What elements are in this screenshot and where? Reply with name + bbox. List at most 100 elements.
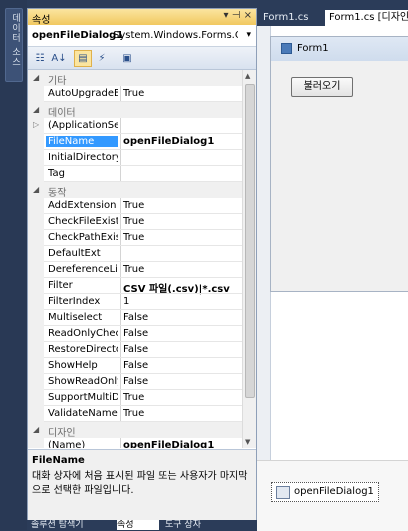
row-gutter (28, 310, 44, 326)
property-name: (ApplicationSet (48, 120, 118, 131)
property-name: ReadOnlyCheck (48, 328, 118, 339)
collapse-icon[interactable]: ◢ (33, 425, 39, 434)
collapse-icon[interactable]: ◢ (33, 73, 39, 82)
category-label: 동작 (48, 188, 67, 199)
openfiledialog-component[interactable]: openFileDialog1 (271, 482, 379, 502)
row-gutter (28, 342, 44, 358)
property-value[interactable]: False (123, 360, 148, 371)
property-name: Multiselect (48, 312, 103, 323)
column-divider (120, 310, 121, 326)
property-row[interactable]: FilterIndex 1 (28, 294, 242, 310)
property-row[interactable]: CheckFileExists True (28, 214, 242, 230)
column-divider (120, 262, 121, 278)
column-divider (120, 118, 121, 134)
expand-icon[interactable]: ▷ (33, 120, 39, 129)
property-row[interactable]: Multiselect False (28, 310, 242, 326)
category-label: 디자인 (48, 428, 76, 439)
property-value[interactable]: True (123, 200, 144, 211)
properties-window: 속성 ▾ ⊣ × openFileDialog1 System.Windows.… (27, 8, 257, 522)
component-label: openFileDialog1 (294, 486, 374, 497)
tab-form1-design[interactable]: Form1.cs [디자인] (325, 10, 408, 26)
scroll-up-icon[interactable]: ▲ (245, 72, 250, 80)
property-row[interactable]: Tag (28, 166, 242, 182)
properties-icon[interactable]: ▤ (74, 50, 92, 67)
designer-margin (257, 26, 271, 530)
tab-solution-explorer[interactable]: 솔루션 탐색기 (31, 520, 113, 530)
category-row[interactable]: ◢ 디자인 (28, 422, 242, 439)
category-row[interactable]: ◢ 기타 (28, 70, 242, 87)
form1-window[interactable]: Form1 불러오기 (270, 36, 408, 292)
row-gutter (28, 214, 44, 230)
property-name: CheckPathExist (48, 232, 118, 243)
property-value[interactable]: True (123, 408, 144, 419)
property-value[interactable]: False (123, 376, 148, 387)
category-row[interactable]: ◢ 데이터 (28, 102, 242, 119)
scrollbar-thumb[interactable] (245, 84, 255, 398)
property-value[interactable]: True (123, 392, 144, 403)
properties-title-bar[interactable]: 속성 ▾ ⊣ × (28, 9, 256, 26)
collapse-icon[interactable]: ◢ (33, 105, 39, 114)
category-row[interactable]: ◢ 동작 (28, 182, 242, 199)
property-row[interactable]: SupportMultiD True (28, 390, 242, 406)
property-value[interactable]: True (123, 216, 144, 227)
property-row[interactable]: InitialDirectory (28, 150, 242, 166)
property-pages-icon[interactable]: ▣ (118, 50, 136, 67)
property-row[interactable]: Filter CSV 파일(.csv)|*.csv (28, 278, 242, 295)
row-gutter (28, 406, 44, 422)
tab-toolbox[interactable]: 도구 상자 (165, 520, 253, 530)
property-row[interactable]: CheckPathExist True (28, 230, 242, 246)
data-sources-tab[interactable]: 데이터 소스 (5, 8, 23, 82)
property-row[interactable]: FileName openFileDialog1 (28, 134, 242, 150)
property-name: Tag (48, 168, 65, 179)
object-selector[interactable]: openFileDialog1 System.Windows.Forms.Ope… (28, 26, 256, 47)
property-row[interactable]: AutoUpgradeEn True (28, 86, 242, 102)
property-row[interactable]: DereferenceLin True (28, 262, 242, 278)
description-heading: FileName (32, 455, 85, 466)
window-position-buttons[interactable]: ▾ ⊣ × (224, 10, 252, 21)
row-gutter (28, 326, 44, 342)
tab-form1-code[interactable]: Form1.cs (259, 10, 325, 26)
column-divider (120, 438, 121, 448)
scroll-down-icon[interactable]: ▼ (245, 438, 250, 446)
property-name: (Name) (48, 440, 86, 448)
property-name: Filter (48, 280, 73, 291)
property-value[interactable]: False (123, 344, 148, 355)
property-value[interactable]: False (123, 312, 148, 323)
property-row[interactable]: ShowReadOnly False (28, 374, 242, 390)
column-divider (120, 326, 121, 342)
tab-properties[interactable]: 속성 (117, 520, 159, 530)
property-row[interactable]: ValidateNames True (28, 406, 242, 422)
column-divider (120, 134, 121, 150)
property-value[interactable]: openFileDialog1 (123, 440, 214, 448)
form1-title: Form1 (297, 43, 329, 54)
document-tabs: Form1.cs Form1.cs [디자인] (257, 8, 408, 26)
property-row[interactable]: (Name) openFileDialog1 (28, 438, 242, 448)
column-divider (120, 166, 121, 182)
events-icon[interactable]: ⚡ (93, 50, 111, 67)
property-row[interactable]: ▷ (ApplicationSet (28, 118, 242, 134)
property-value[interactable]: False (123, 328, 148, 339)
property-name: FilterIndex (48, 296, 101, 307)
property-grid-scrollbar[interactable]: ▲ ▼ (242, 70, 256, 448)
property-row[interactable]: ShowHelp False (28, 358, 242, 374)
load-button[interactable]: 불러오기 (291, 77, 353, 97)
categorized-icon[interactable]: ☷ (31, 50, 49, 67)
property-value[interactable]: True (123, 232, 144, 243)
object-type: System.Windows.Forms.Ope (113, 30, 238, 41)
row-gutter (28, 278, 44, 294)
property-value[interactable]: openFileDialog1 (123, 136, 214, 147)
category-label: 데이터 (48, 108, 76, 119)
row-gutter (28, 374, 44, 390)
property-row[interactable]: DefaultExt (28, 246, 242, 262)
row-gutter (28, 150, 44, 166)
property-row[interactable]: ReadOnlyCheck False (28, 326, 242, 342)
property-value[interactable]: True (123, 264, 144, 275)
property-row[interactable]: RestoreDirector False (28, 342, 242, 358)
component-icon (276, 486, 290, 499)
chevron-down-icon[interactable]: ▾ (246, 30, 251, 40)
alphabetical-icon[interactable]: A↓ (50, 50, 68, 67)
collapse-icon[interactable]: ◢ (33, 185, 39, 194)
property-row[interactable]: AddExtension True (28, 198, 242, 214)
property-value[interactable]: True (123, 88, 144, 99)
property-value[interactable]: 1 (123, 296, 129, 307)
